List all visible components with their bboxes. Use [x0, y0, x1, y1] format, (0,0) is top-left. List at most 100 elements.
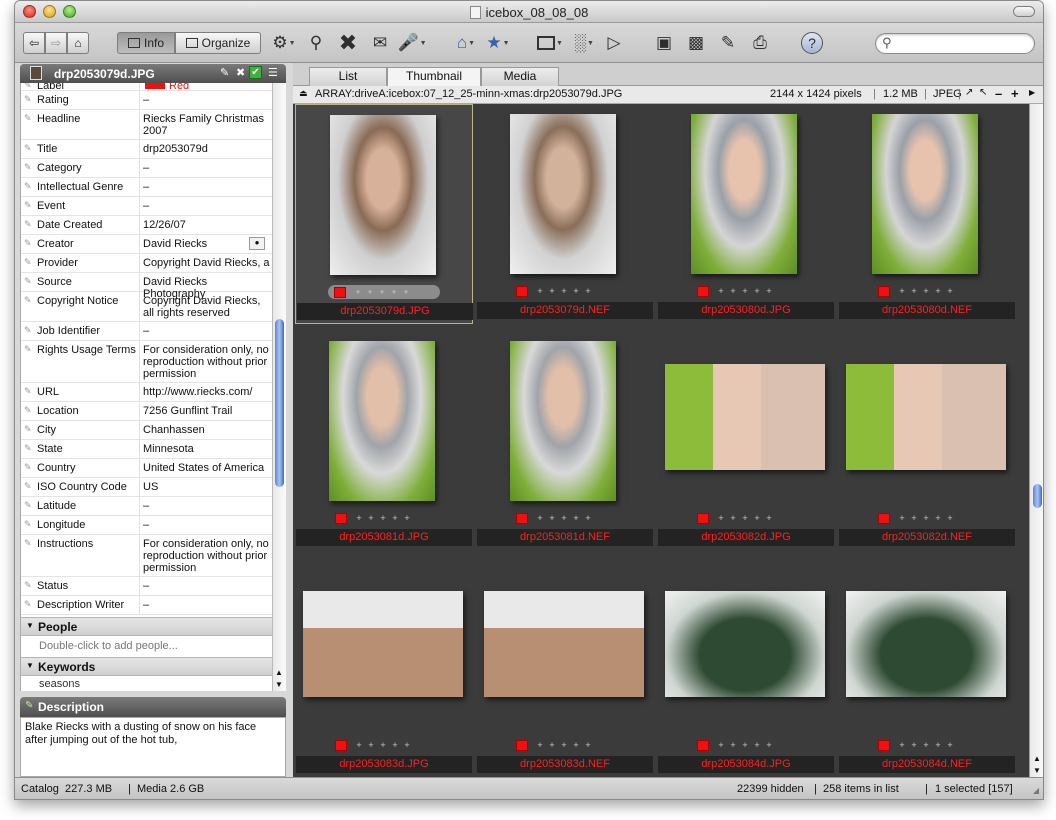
- rating-dot-icon[interactable]: +: [364, 287, 376, 297]
- rating-strip[interactable]: + + + + +: [328, 285, 440, 299]
- find-button[interactable]: ⚲: [303, 30, 329, 56]
- action-gear-button[interactable]: ⚙ ▼: [271, 30, 297, 56]
- keyword-item[interactable]: seasons: [39, 678, 80, 690]
- rating-dot-icon[interactable]: +: [365, 740, 377, 750]
- rating-strip[interactable]: + + + + +: [878, 284, 956, 298]
- thumbnail-image[interactable]: [872, 114, 978, 274]
- toolbar-toggle-button[interactable]: [1013, 6, 1035, 17]
- thumbnail-image[interactable]: [846, 591, 1006, 697]
- thumbnail-cell[interactable]: + + + + + drp2053080d.JPG: [657, 104, 835, 324]
- tab-media[interactable]: Media: [481, 67, 559, 86]
- thumbnail-image[interactable]: [510, 114, 616, 274]
- field-value[interactable]: For consideration only, no reproduction …: [143, 538, 271, 574]
- thumbnail-cell[interactable]: + + + + + drp2053080d.NEF: [838, 104, 1016, 324]
- thumbnail-cell[interactable]: + + + + + drp2053084d.NEF: [838, 558, 1016, 777]
- rating-dot-icon[interactable]: +: [715, 286, 727, 296]
- field-value[interactable]: –: [143, 500, 271, 512]
- thumbnail-scrollbar[interactable]: ▲ ▼: [1029, 104, 1043, 777]
- rating-strip[interactable]: + + + + +: [697, 738, 775, 752]
- field-value[interactable]: Copyright David Riecks, all rights reser…: [143, 295, 271, 319]
- metadata-row[interactable]: ✎ Provider Copyright David Riecks, a: [21, 254, 272, 273]
- rating-dot-icon[interactable]: +: [353, 513, 365, 523]
- rating-dot-icon[interactable]: +: [920, 740, 932, 750]
- field-value[interactable]: –: [143, 325, 271, 337]
- catalog-home-button[interactable]: ⌂ ▼: [453, 30, 479, 56]
- metadata-row[interactable]: ✎ Job Identifier –: [21, 322, 272, 341]
- rating-dot-icon[interactable]: +: [376, 287, 388, 297]
- rating-dot-icon[interactable]: +: [763, 513, 775, 523]
- field-value[interactable]: Chanhassen: [143, 424, 271, 436]
- field-value[interactable]: United States of America: [143, 462, 271, 474]
- scroll-thumb[interactable]: [275, 319, 284, 487]
- rating-dot-icon[interactable]: +: [715, 740, 727, 750]
- rating-dot-icon[interactable]: +: [582, 286, 594, 296]
- resize-grip-icon[interactable]: ◢: [1033, 786, 1039, 795]
- sort-button[interactable]: ░ ▼: [571, 30, 597, 56]
- expand-icon[interactable]: ↗: [965, 87, 973, 98]
- metadata-row[interactable]: ✎ Category –: [21, 159, 272, 178]
- description-header[interactable]: ✎ Description: [20, 697, 286, 717]
- field-value[interactable]: US: [143, 481, 271, 493]
- metadata-row[interactable]: ✎ Intellectual Genre –: [21, 178, 272, 197]
- next-arrow-icon[interactable]: ▶: [1029, 88, 1035, 97]
- rating-dot-icon[interactable]: +: [582, 740, 594, 750]
- contact-card-icon[interactable]: ●: [249, 237, 265, 250]
- rating-dot-icon[interactable]: +: [896, 513, 908, 523]
- metadata-row[interactable]: ✎ Rights Usage Terms For consideration onl…: [21, 341, 272, 383]
- thumbnail-image[interactable]: [510, 341, 616, 501]
- rating-dot-icon[interactable]: +: [558, 286, 570, 296]
- rating-dot-icon[interactable]: +: [920, 513, 932, 523]
- thumbnail-cell[interactable]: + + + + + drp2053081d.NEF: [476, 331, 654, 551]
- rating-dot-icon[interactable]: +: [377, 740, 389, 750]
- rating-dot-icon[interactable]: +: [558, 513, 570, 523]
- metadata-row[interactable]: ✎ Event –: [21, 197, 272, 216]
- thumbnail-image[interactable]: [846, 364, 1006, 470]
- field-value[interactable]: –: [143, 599, 271, 611]
- field-value[interactable]: 7256 Gunflint Trail: [143, 405, 271, 417]
- thumbnail-image[interactable]: [303, 591, 463, 697]
- edit-icon[interactable]: ✎: [220, 66, 229, 79]
- edit-button[interactable]: ✎: [715, 30, 741, 56]
- slideshow-button[interactable]: ▷: [601, 30, 627, 56]
- field-value[interactable]: –: [143, 200, 271, 212]
- rating-strip[interactable]: + + + + +: [516, 738, 594, 752]
- scroll-up-arrow-icon[interactable]: ▲: [1033, 754, 1041, 763]
- rating-dot-icon[interactable]: +: [932, 740, 944, 750]
- cancel-icon[interactable]: ✖: [236, 66, 245, 79]
- favorites-button[interactable]: ★ ▼: [485, 30, 511, 56]
- rating-dot-icon[interactable]: +: [751, 286, 763, 296]
- rating-dot-icon[interactable]: +: [570, 513, 582, 523]
- search-field[interactable]: ⚲: [875, 33, 1035, 54]
- back-button[interactable]: ⇦: [23, 32, 45, 54]
- scroll-down-arrow-icon[interactable]: ▼: [275, 680, 283, 689]
- delete-button[interactable]: ✖: [335, 30, 361, 56]
- metadata-row[interactable]: ✎ State Minnesota: [21, 440, 272, 459]
- field-value[interactable]: Minnesota: [143, 443, 271, 455]
- metadata-row[interactable]: ✎ Longitude –: [21, 516, 272, 535]
- metadata-row[interactable]: ✎ ISO Country Code US: [21, 478, 272, 497]
- view-options-button[interactable]: ▼: [537, 30, 563, 56]
- email-button[interactable]: ✉: [367, 30, 393, 56]
- field-value[interactable]: –: [143, 181, 271, 193]
- metadata-row[interactable]: ✎ Label Red: [21, 83, 272, 92]
- metadata-row[interactable]: ✎ Description Writer –: [21, 596, 272, 615]
- field-value[interactable]: –: [143, 580, 271, 592]
- rating-dot-icon[interactable]: +: [896, 286, 908, 296]
- rating-dot-icon[interactable]: +: [582, 513, 594, 523]
- rating-dot-icon[interactable]: +: [400, 287, 412, 297]
- rating-dot-icon[interactable]: +: [944, 513, 956, 523]
- rating-dot-icon[interactable]: +: [763, 286, 775, 296]
- rating-dot-icon[interactable]: +: [944, 286, 956, 296]
- rating-dot-icon[interactable]: +: [401, 740, 413, 750]
- scroll-down-arrow-icon[interactable]: ▼: [1033, 766, 1041, 775]
- metadata-row[interactable]: ✎ City Chanhassen: [21, 421, 272, 440]
- metadata-row[interactable]: ✎ Latitude –: [21, 497, 272, 516]
- field-value[interactable]: –: [143, 162, 271, 174]
- thumbnail-image[interactable]: [484, 591, 644, 697]
- metadata-row[interactable]: ✎ Copyright Notice Copyright David Riecks,…: [21, 292, 272, 322]
- metadata-row[interactable]: ✎ Country United States of America: [21, 459, 272, 478]
- metadata-row[interactable]: ✎ Status –: [21, 577, 272, 596]
- apply-check-icon[interactable]: ✔: [249, 66, 262, 79]
- tab-list[interactable]: List: [309, 67, 387, 86]
- rating-dot-icon[interactable]: +: [727, 286, 739, 296]
